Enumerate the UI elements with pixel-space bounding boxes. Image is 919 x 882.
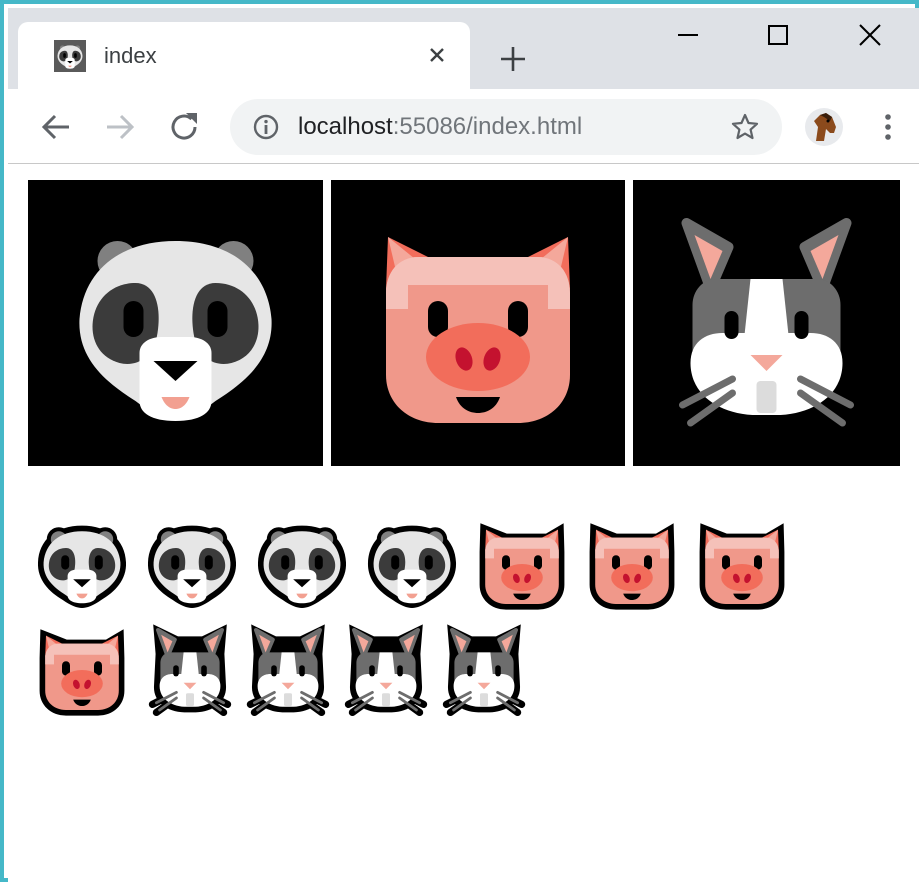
url-text[interactable]: localhost:55086/index.html xyxy=(298,113,582,141)
panda-face-icon xyxy=(254,516,350,612)
panda-face-icon xyxy=(34,516,130,612)
arrow-right-icon[interactable] xyxy=(100,107,140,147)
pig-face-icon xyxy=(386,237,570,423)
tab-title: index xyxy=(104,43,157,68)
url-host: localhost xyxy=(298,113,393,140)
panda-face-icon xyxy=(144,516,240,612)
arrow-left-icon[interactable] xyxy=(36,107,76,147)
rabbit-face-icon xyxy=(338,622,434,718)
tab-strip: index xyxy=(8,8,919,89)
browser-toolbar: localhost:55086/index.html xyxy=(8,89,919,164)
rabbit-face-icon xyxy=(436,622,532,718)
close-icon[interactable] xyxy=(424,42,450,68)
window-close-icon[interactable] xyxy=(850,20,890,50)
horse-avatar-icon[interactable] xyxy=(804,107,844,147)
plus-icon xyxy=(501,47,525,71)
address-bar[interactable]: localhost:55086/index.html xyxy=(230,99,782,155)
maximize-icon[interactable] xyxy=(758,20,798,50)
minimize-icon[interactable] xyxy=(668,20,708,50)
reload-icon[interactable] xyxy=(164,107,204,147)
star-icon[interactable] xyxy=(730,112,760,142)
info-icon[interactable] xyxy=(252,113,280,141)
rabbit-face-icon xyxy=(240,622,336,718)
pig-face-icon xyxy=(584,516,680,612)
pig-face-icon xyxy=(694,516,790,612)
rabbit-face-icon xyxy=(633,180,900,466)
new-tab-button[interactable] xyxy=(496,42,530,76)
panda-face-icon xyxy=(364,516,460,612)
page-content xyxy=(8,164,919,882)
url-path: :55086/index.html xyxy=(392,113,583,140)
tab-index[interactable]: index xyxy=(18,22,470,89)
kebab-menu-icon[interactable] xyxy=(870,107,906,147)
panda-tile xyxy=(28,180,323,466)
pig-face-icon xyxy=(474,516,570,612)
rabbit-face-icon xyxy=(142,622,238,718)
pig-tile xyxy=(331,180,625,466)
pig-face-icon xyxy=(34,622,130,718)
panda-face-icon xyxy=(54,40,86,72)
rabbit-tile xyxy=(633,180,900,466)
panda-face-icon xyxy=(79,241,272,421)
browser-window: index localhost:55086/index.html xyxy=(0,0,919,882)
